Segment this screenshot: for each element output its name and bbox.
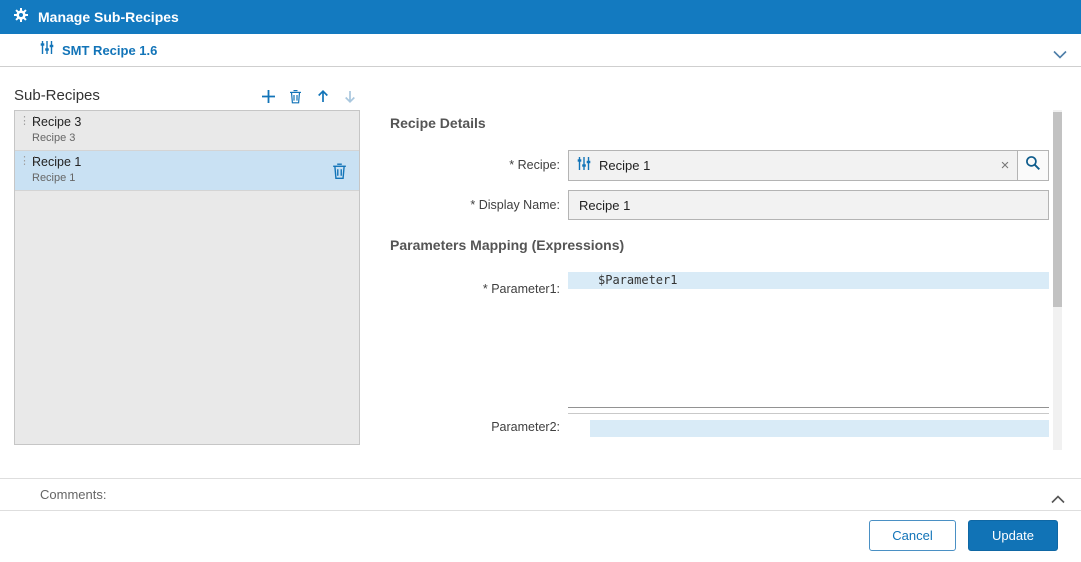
- drag-handle-icon[interactable]: ⋮⋮: [19, 117, 39, 125]
- delete-sub-recipe-button[interactable]: [284, 86, 306, 106]
- sliders-icon: [577, 156, 591, 176]
- sub-recipes-title: Sub-Recipes: [14, 87, 100, 104]
- cancel-button[interactable]: Cancel: [869, 520, 956, 551]
- recipe-bar[interactable]: SMT Recipe 1.6: [0, 34, 1081, 67]
- vertical-scrollbar[interactable]: [1053, 110, 1062, 450]
- gear-icon: [13, 7, 29, 28]
- chevron-down-icon[interactable]: [1053, 46, 1067, 64]
- display-name-field-label: * Display Name:: [390, 198, 560, 212]
- parameter1-expression-line[interactable]: $Parameter1: [568, 272, 1049, 289]
- dialog-title: Manage Sub-Recipes: [38, 9, 179, 25]
- recipe-details-title: Recipe Details: [390, 115, 486, 131]
- comments-section[interactable]: Comments:: [0, 478, 1081, 511]
- display-name-input[interactable]: Recipe 1: [568, 190, 1049, 220]
- parameters-mapping-title: Parameters Mapping (Expressions): [390, 237, 624, 253]
- clear-icon[interactable]: ×: [993, 157, 1017, 174]
- recipe-field-value[interactable]: Recipe 1: [599, 158, 993, 173]
- parameter1-expression-editor[interactable]: $Parameter1: [568, 272, 1049, 408]
- recipe-field-label: * Recipe:: [390, 158, 560, 172]
- recipe-bar-label: SMT Recipe 1.6: [62, 43, 157, 58]
- list-item-recipe-1[interactable]: ⋮⋮ Recipe 1 Recipe 1: [15, 151, 359, 191]
- add-sub-recipe-button[interactable]: [257, 86, 279, 106]
- search-recipe-button[interactable]: [1017, 151, 1048, 180]
- list-item-display: Recipe 1: [32, 172, 351, 184]
- parameter2-expression-line[interactable]: [590, 420, 1049, 437]
- editor-separator: [568, 413, 1049, 414]
- scrollbar-thumb[interactable]: [1053, 112, 1062, 307]
- list-item-display: Recipe 3: [32, 132, 351, 144]
- recipe-combo-field[interactable]: Recipe 1 ×: [568, 150, 1049, 181]
- chevron-up-icon[interactable]: [1051, 491, 1065, 509]
- drag-handle-icon[interactable]: ⋮⋮: [19, 157, 39, 165]
- trash-icon[interactable]: [332, 162, 347, 185]
- sliders-icon: [40, 40, 54, 60]
- sub-recipes-list: ⋮⋮ Recipe 3 Recipe 3 ⋮⋮ Recipe 1 Recipe …: [14, 110, 360, 445]
- list-item-name: Recipe 1: [32, 155, 351, 169]
- parameter2-label: Parameter2:: [390, 420, 560, 434]
- move-down-button[interactable]: [339, 86, 361, 106]
- parameter2-expression-editor[interactable]: [568, 417, 1049, 445]
- move-up-button[interactable]: [312, 86, 334, 106]
- list-item-name: Recipe 3: [32, 115, 351, 129]
- search-icon: [1025, 155, 1041, 176]
- manage-sub-recipes-dialog: Manage Sub-Recipes SMT Recipe 1.6 Sub-Re…: [0, 0, 1081, 562]
- titlebar: Manage Sub-Recipes: [0, 0, 1081, 34]
- sub-recipes-toolbar: [257, 86, 361, 106]
- parameter1-label: * Parameter1:: [390, 282, 560, 296]
- list-item-recipe-3[interactable]: ⋮⋮ Recipe 3 Recipe 3: [15, 111, 359, 151]
- update-button[interactable]: Update: [968, 520, 1058, 551]
- comments-label: Comments:: [40, 487, 106, 502]
